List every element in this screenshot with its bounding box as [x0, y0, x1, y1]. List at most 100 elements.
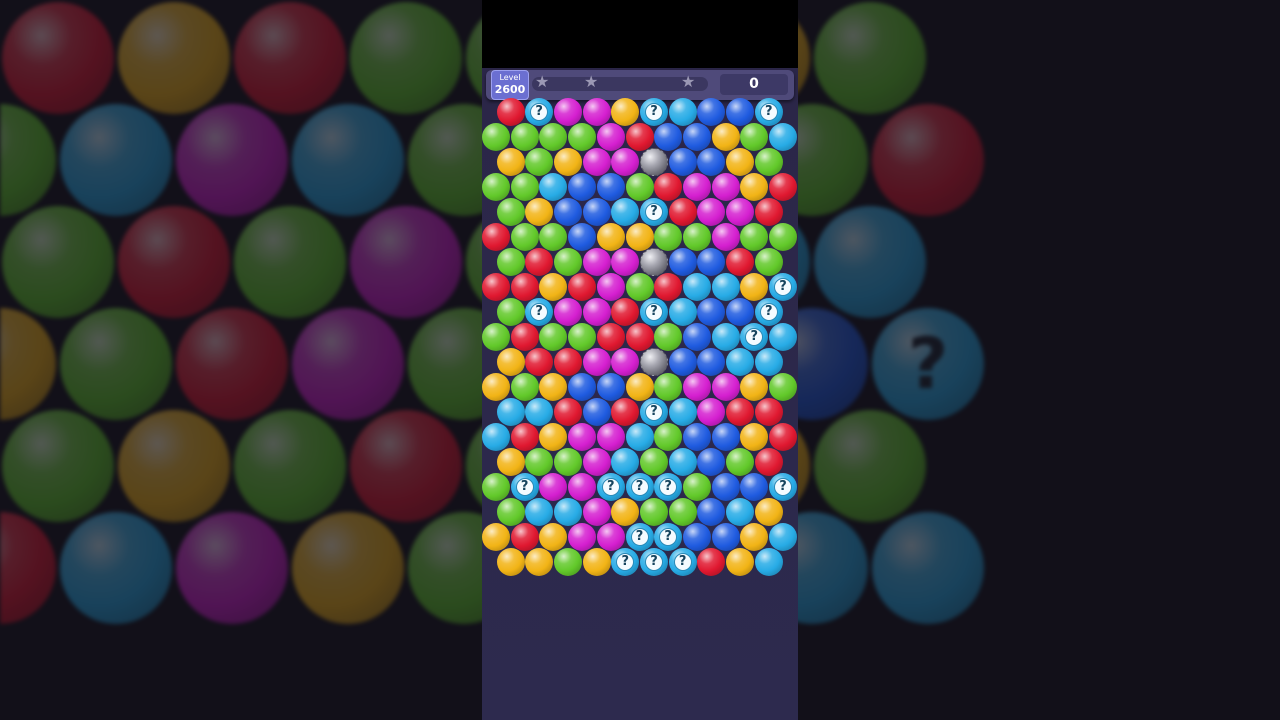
game-screen[interactable]: Level 2600 ★ ★ ★ 0 ????????????????????	[482, 0, 798, 720]
blue-bubble	[697, 148, 726, 176]
background-magenta-bubble	[176, 104, 288, 216]
blue-bubble	[553, 198, 582, 226]
question-mark-icon: ?	[530, 303, 549, 321]
green-bubble	[754, 148, 783, 176]
red-bubble	[611, 398, 640, 426]
background-green-bubble	[814, 2, 926, 114]
cyan-bubble	[668, 448, 697, 476]
background-magenta-bubble	[350, 206, 462, 318]
mystery-bubble: ?	[654, 523, 683, 551]
cyan-bubble	[754, 548, 783, 576]
magenta-bubble	[582, 148, 611, 176]
magenta-bubble	[611, 248, 640, 276]
background-green-bubble	[2, 206, 114, 318]
green-bubble	[539, 123, 568, 151]
red-bubble	[769, 173, 797, 201]
yellow-bubble	[740, 273, 769, 301]
yellow-bubble	[740, 523, 769, 551]
magenta-bubble	[611, 348, 640, 376]
mystery-bubble: ?	[640, 98, 668, 126]
cyan-bubble	[711, 273, 740, 301]
red-bubble	[668, 198, 697, 226]
question-mark-icon: ?	[530, 103, 549, 121]
blue-bubble	[711, 473, 740, 501]
mystery-bubble: ?	[754, 98, 783, 126]
red-bubble	[525, 348, 554, 376]
blue-bubble	[726, 98, 755, 126]
mystery-bubble: ?	[625, 523, 654, 551]
cyan-bubble	[668, 298, 697, 326]
cyan-bubble	[769, 323, 797, 351]
red-bubble	[697, 548, 726, 576]
green-bubble	[482, 173, 510, 201]
magenta-bubble	[611, 148, 640, 176]
background-cyan-bubble	[814, 206, 926, 318]
yellow-bubble	[553, 148, 582, 176]
mystery-bubble: ?	[668, 548, 697, 576]
mystery-bubble: ?	[596, 473, 625, 501]
background-green-bubble	[60, 308, 172, 420]
yellow-bubble	[525, 548, 554, 576]
red-bubble	[754, 398, 783, 426]
green-bubble	[553, 548, 582, 576]
green-bubble	[482, 123, 510, 151]
green-bubble	[496, 198, 525, 226]
question-mark-icon: ?	[645, 553, 663, 571]
blue-bubble	[568, 373, 597, 401]
green-bubble	[553, 248, 582, 276]
green-bubble	[740, 123, 769, 151]
magenta-bubble	[582, 348, 611, 376]
blue-bubble	[697, 498, 726, 526]
cyan-bubble	[668, 398, 697, 426]
cyan-bubble	[711, 323, 740, 351]
green-bubble	[640, 498, 668, 526]
green-bubble	[510, 173, 539, 201]
blue-bubble	[711, 423, 740, 451]
magenta-bubble	[582, 98, 611, 126]
mystery-bubble: ?	[611, 548, 640, 576]
background-magenta-bubble	[292, 308, 404, 420]
yellow-bubble	[582, 548, 611, 576]
red-bubble	[726, 248, 755, 276]
background-yellow-bubble	[0, 308, 56, 420]
blue-bubble	[682, 423, 711, 451]
cyan-bubble	[553, 498, 582, 526]
green-bubble	[496, 298, 525, 326]
green-bubble	[668, 498, 697, 526]
green-bubble	[482, 473, 510, 501]
cyan-bubble	[668, 98, 697, 126]
question-mark-icon: ?	[645, 403, 663, 421]
background-red-bubble	[350, 410, 462, 522]
yellow-bubble	[726, 548, 755, 576]
blue-bubble	[697, 298, 726, 326]
yellow-bubble	[482, 523, 510, 551]
green-bubble	[525, 448, 554, 476]
green-bubble	[625, 273, 654, 301]
background-green-bubble	[2, 410, 114, 522]
red-bubble	[510, 323, 539, 351]
green-bubble	[654, 423, 683, 451]
blue-bubble	[596, 173, 625, 201]
metal-bubble	[640, 348, 668, 376]
blue-bubble	[697, 98, 726, 126]
magenta-bubble	[596, 123, 625, 151]
question-mark-icon: ?	[759, 303, 778, 321]
bubble-board[interactable]: ????????????????????	[482, 0, 798, 720]
background-mystery-bubble: ?	[872, 308, 984, 420]
background-red-bubble	[118, 206, 230, 318]
cyan-bubble	[754, 348, 783, 376]
blue-bubble	[668, 248, 697, 276]
green-bubble	[510, 373, 539, 401]
mystery-bubble: ?	[525, 98, 554, 126]
background-yellow-bubble	[292, 512, 404, 624]
question-mark-icon: ?	[601, 478, 620, 496]
magenta-bubble	[582, 248, 611, 276]
cyan-bubble	[539, 173, 568, 201]
red-bubble	[510, 423, 539, 451]
red-bubble	[482, 273, 510, 301]
background-green-bubble	[350, 2, 462, 114]
mystery-bubble: ?	[769, 273, 797, 301]
yellow-bubble	[539, 373, 568, 401]
question-mark-icon: ?	[645, 303, 663, 321]
background-red-bubble	[2, 2, 114, 114]
